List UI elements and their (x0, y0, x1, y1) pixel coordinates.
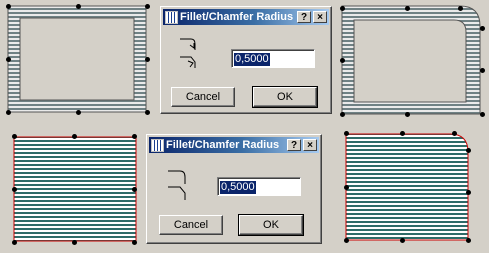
cancel-button[interactable]: Cancel (159, 215, 223, 235)
dialog-titlebar[interactable]: Fillet/Chamfer Radius ? × (163, 9, 329, 25)
vertex-node[interactable] (72, 134, 77, 139)
vertex-node[interactable] (132, 240, 137, 245)
vertex-node[interactable] (480, 26, 485, 31)
vertex-node[interactable] (145, 110, 150, 115)
vertex-node[interactable] (132, 187, 137, 192)
cancel-button[interactable]: Cancel (171, 87, 235, 107)
vertex-node[interactable] (76, 4, 81, 9)
chamfer-corner-icon (180, 56, 196, 68)
vertex-node[interactable] (458, 6, 463, 11)
help-button[interactable]: ? (287, 139, 301, 151)
app-icon (165, 11, 178, 24)
vertex-node[interactable] (12, 134, 17, 139)
vertex-node[interactable] (344, 185, 349, 190)
vertex-node[interactable] (340, 58, 345, 63)
vertex-node[interactable] (466, 190, 471, 195)
rectangle-after-preview (345, 133, 469, 241)
radius-value: 0,5000 (220, 181, 256, 194)
fillet-chamfer-dialog-top: Fillet/Chamfer Radius ? × 0,5000 Cancel … (160, 6, 332, 114)
vertex-node[interactable] (400, 238, 405, 243)
app-icon (151, 139, 164, 152)
vertex-node[interactable] (452, 131, 457, 136)
vertex-node[interactable] (405, 6, 410, 11)
vertex-node[interactable] (6, 4, 11, 9)
vertex-node[interactable] (480, 68, 485, 73)
vertex-node[interactable] (344, 131, 349, 136)
fillet-corner-icon (180, 38, 196, 50)
dialog-title: Fillet/Chamfer Radius (180, 11, 294, 23)
vertex-node[interactable] (72, 240, 77, 245)
vertex-node[interactable] (480, 112, 485, 117)
frame-after-preview (341, 5, 481, 115)
dialog-titlebar[interactable]: Fillet/Chamfer Radius ? × (149, 137, 319, 153)
close-button[interactable]: × (303, 139, 317, 151)
vertex-node[interactable] (340, 112, 345, 117)
vertex-node[interactable] (12, 187, 17, 192)
radius-value: 0,5000 (234, 53, 270, 66)
rectangle-before-preview (13, 136, 137, 242)
ok-button[interactable]: OK (252, 86, 318, 108)
close-button[interactable]: × (313, 11, 327, 23)
vertex-node[interactable] (344, 238, 349, 243)
vertex-node[interactable] (400, 131, 405, 136)
vertex-node[interactable] (6, 57, 11, 62)
dialog-title: Fillet/Chamfer Radius (166, 139, 280, 151)
ok-button[interactable]: OK (238, 214, 304, 236)
vertex-node[interactable] (145, 57, 150, 62)
fillet-chamfer-dialog-bottom: Fillet/Chamfer Radius ? × 0,5000 Cancel … (146, 134, 322, 244)
vertex-node[interactable] (466, 148, 471, 153)
fillet-corner-icon (168, 170, 186, 184)
vertex-node[interactable] (12, 240, 17, 245)
vertex-node[interactable] (340, 6, 345, 11)
help-button[interactable]: ? (297, 11, 311, 23)
radius-input[interactable]: 0,5000 (231, 49, 315, 68)
vertex-node[interactable] (76, 110, 81, 115)
frame-before-preview (7, 5, 147, 113)
vertex-node[interactable] (145, 4, 150, 9)
vertex-node[interactable] (405, 112, 410, 117)
radius-input[interactable]: 0,5000 (217, 177, 301, 196)
vertex-node[interactable] (466, 238, 471, 243)
chamfer-corner-icon (168, 186, 186, 200)
vertex-node[interactable] (132, 134, 137, 139)
vertex-node[interactable] (6, 110, 11, 115)
